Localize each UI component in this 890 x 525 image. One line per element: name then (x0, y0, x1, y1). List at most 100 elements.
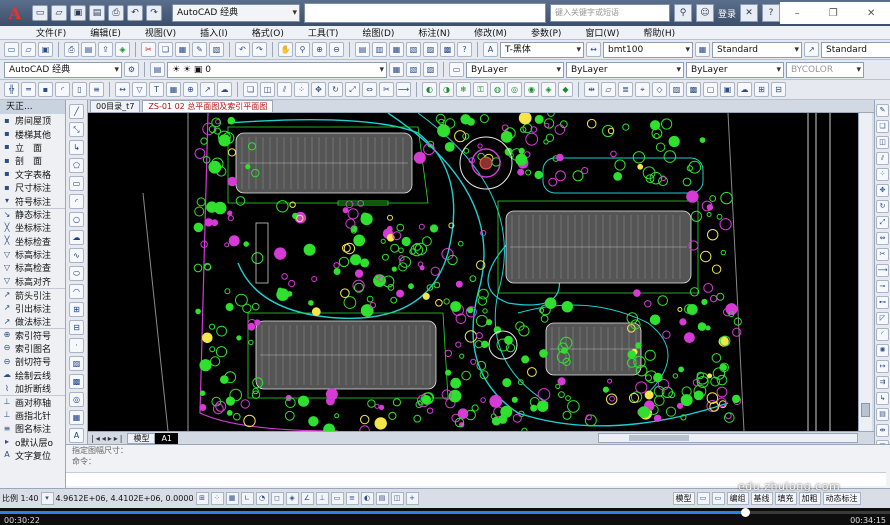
menu-view[interactable]: 视图(V) (145, 26, 176, 39)
annotation-monitor-icon[interactable]: + (405, 492, 419, 505)
layout-nav-arrows-icon[interactable]: |◂◂▸▸| (88, 434, 127, 443)
ellipse-arc-icon[interactable]: ◠ (69, 284, 84, 299)
text-style-select[interactable]: T-黑体 (500, 41, 584, 58)
menu-tools[interactable]: 工具(T) (308, 26, 339, 39)
menu-parametric[interactable]: 参数(P) (531, 26, 561, 39)
r-properties-icon[interactable]: ▤ (876, 408, 889, 421)
r-pedit-icon[interactable]: ↳ (876, 392, 889, 405)
polyline-icon[interactable]: ↳ (69, 140, 84, 155)
undo-icon[interactable]: ↶ (127, 5, 143, 21)
menu-format[interactable]: 格式(O) (252, 26, 284, 39)
selection-cycling-icon[interactable]: ◫ (390, 492, 404, 505)
close-icon[interactable]: ✕ (867, 8, 875, 19)
preview-icon[interactable]: ▤ (81, 42, 96, 57)
palette-item[interactable]: ╳ 坐标标注 (0, 221, 65, 235)
layer-state-icon[interactable]: ▨ (423, 62, 438, 77)
menu-help[interactable]: 帮助(H) (643, 26, 675, 39)
menu-dimension[interactable]: 标注(N) (418, 26, 450, 39)
zoom-previous-icon[interactable]: ⊖ (329, 42, 344, 57)
vertical-scrollbar[interactable] (858, 113, 872, 431)
menu-insert[interactable]: 插入(I) (200, 26, 228, 39)
scale-readout[interactable]: 比例 1:40 (2, 493, 39, 504)
mode-model[interactable]: 模型 (672, 492, 695, 505)
grid-display-icon[interactable]: ▦ (225, 492, 239, 505)
publish-icon[interactable]: ⇪ (98, 42, 113, 57)
mode-bold[interactable]: 加粗 (798, 492, 821, 505)
hatch-icon[interactable]: ▨ (669, 82, 684, 97)
move-icon[interactable]: ✥ (311, 82, 326, 97)
palette-item[interactable]: ▽ 标高对齐 (0, 275, 65, 288)
help-tool-icon[interactable]: ? (457, 42, 472, 57)
redo-tool-icon[interactable]: ↷ (252, 42, 267, 57)
palette-item[interactable]: ☁ 绘制云线 (0, 368, 65, 382)
properties-icon[interactable]: ▤ (355, 42, 370, 57)
pan-icon[interactable]: ✋ (278, 42, 293, 57)
palette-item[interactable]: ▸ o默认层o (0, 435, 65, 449)
drawing-quick-view-icon[interactable]: ▭ (711, 492, 725, 505)
dist-icon[interactable]: ⇹ (584, 82, 599, 97)
r-lengthen-icon[interactable]: ↦ (876, 360, 889, 373)
menu-draw[interactable]: 绘图(D) (362, 26, 394, 39)
lineweight-select[interactable]: ByLayer (686, 61, 784, 78)
menu-file[interactable]: 文件(F) (36, 26, 66, 39)
login-link[interactable]: 登录 (718, 7, 736, 20)
boundary-icon[interactable]: ▢ (703, 82, 718, 97)
layer-merge-icon[interactable]: ◈ (541, 82, 556, 97)
stair-icon[interactable]: ≡ (89, 82, 104, 97)
print-icon[interactable]: ⎙ (108, 5, 124, 21)
object-snap-icon[interactable]: ◻ (270, 492, 284, 505)
paste-icon[interactable]: ▦ (175, 42, 190, 57)
layer-previous-icon[interactable]: ▧ (406, 62, 421, 77)
3d-dwf-icon[interactable]: ◈ (115, 42, 130, 57)
coordinates-readout[interactable]: 4.9612E+06, 4.4102E+06, 0.0000 (56, 494, 194, 503)
array-icon[interactable]: ⁘ (294, 82, 309, 97)
symbol-icon[interactable]: ⊕ (183, 82, 198, 97)
revcloud-icon[interactable]: ☁ (737, 82, 752, 97)
spline-icon[interactable]: ∿ (69, 248, 84, 263)
ortho-mode-icon[interactable]: ∟ (240, 492, 254, 505)
insert-icon[interactable]: ⊞ (69, 302, 84, 317)
r-move-icon[interactable]: ✥ (876, 184, 889, 197)
r-join-icon[interactable]: ⊷ (876, 296, 889, 309)
help-search-input[interactable]: 键入关键字或短语 (549, 4, 670, 22)
sheet-set-icon[interactable]: ▧ (406, 42, 421, 57)
r-offset-icon[interactable]: ⫽ (876, 152, 889, 165)
ducs-icon[interactable]: ⊥ (315, 492, 329, 505)
region-icon[interactable]: ◇ (652, 82, 667, 97)
draw-hatch-icon[interactable]: ▨ (69, 356, 84, 371)
workspace-settings-icon[interactable]: ⚙ (124, 62, 139, 77)
id-icon[interactable]: ⌖ (635, 82, 650, 97)
mode-dynamic-dim[interactable]: 动态标注 (822, 492, 861, 505)
layout-quick-view-icon[interactable]: ▭ (696, 492, 710, 505)
workspace-select[interactable]: AutoCAD 经典 (172, 4, 300, 22)
new-file-icon[interactable]: ▭ (32, 5, 48, 21)
user-icon[interactable]: ☺ (695, 4, 714, 22)
wipeout-icon[interactable]: ▣ (720, 82, 735, 97)
door-icon[interactable]: ◜ (55, 82, 70, 97)
mleader-style-select[interactable]: Standard (821, 41, 890, 58)
quickcalc-icon[interactable]: ▩ (440, 42, 455, 57)
palette-item[interactable]: ▪ 立 面 (0, 141, 65, 154)
open-icon[interactable]: ▱ (21, 42, 36, 57)
r-chamfer-icon[interactable]: ◸ (876, 312, 889, 325)
draw-gradient-icon[interactable]: ▩ (69, 374, 84, 389)
table-icon[interactable]: ▦ (166, 82, 181, 97)
line-icon[interactable]: ╱ (69, 104, 84, 119)
palette-item[interactable]: ▪ 剖 面 (0, 154, 65, 168)
list-icon[interactable]: ≣ (618, 82, 633, 97)
window-icon[interactable]: ▯ (72, 82, 87, 97)
area-icon[interactable]: ▱ (601, 82, 616, 97)
xline-icon[interactable]: ⤡ (69, 122, 84, 137)
r-align-icon[interactable]: ⇉ (876, 376, 889, 389)
3d-osnap-icon[interactable]: ◈ (285, 492, 299, 505)
palette-item[interactable]: ▽ 标高标注 (0, 248, 65, 262)
autocad-logo-icon[interactable]: A (2, 1, 28, 25)
palette-item[interactable]: ▪ 文字表格 (0, 168, 65, 181)
color-select[interactable]: ByLayer (466, 61, 564, 78)
layer-delete-icon[interactable]: ◆ (558, 82, 573, 97)
menu-window[interactable]: 窗口(W) (585, 26, 619, 39)
revision-cloud-icon[interactable]: ☁ (69, 230, 84, 245)
save-icon[interactable]: ▣ (70, 5, 86, 21)
otrack-icon[interactable]: ∠ (300, 492, 314, 505)
quick-properties-icon[interactable]: ▤ (375, 492, 389, 505)
